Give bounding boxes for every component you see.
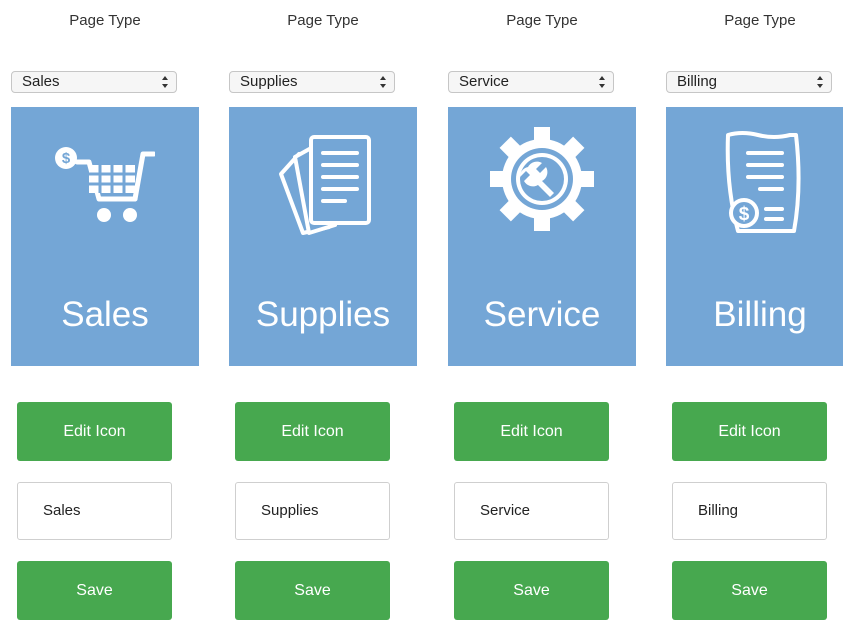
save-button[interactable]: Save <box>17 561 172 620</box>
tile-label: Service <box>483 295 601 334</box>
gear-wrench-icon <box>490 127 594 231</box>
save-button[interactable]: Save <box>454 561 609 620</box>
select-arrows-icon <box>817 76 823 88</box>
page-name-input[interactable]: Billing <box>672 482 827 540</box>
svg-text:$: $ <box>739 204 750 225</box>
page-type-tile: $ Sales <box>11 107 199 366</box>
tile-label: Sales <box>61 295 149 334</box>
edit-icon-button[interactable]: Edit Icon <box>454 402 609 461</box>
page-type-heading: Page Type <box>724 12 796 29</box>
page-type-tile: $ Billing <box>666 107 843 366</box>
page-type-heading: Page Type <box>287 12 359 29</box>
page-name-input[interactable]: Service <box>454 482 609 540</box>
page-type-tile: Service <box>448 107 636 366</box>
svg-text:$: $ <box>62 150 71 167</box>
documents-icon <box>279 135 371 235</box>
page-type-select-value: Supplies <box>240 73 298 90</box>
save-button[interactable]: Save <box>672 561 827 620</box>
page-type-column-service: Page Type Service Service Edit Icon Serv… <box>448 0 636 620</box>
page-type-select-value: Sales <box>22 73 60 90</box>
page-type-select[interactable]: Service <box>448 71 614 93</box>
shopping-cart-dollar-icon: $ <box>55 147 155 222</box>
page-type-select[interactable]: Sales <box>11 71 177 93</box>
select-arrows-icon <box>380 76 386 88</box>
save-button[interactable]: Save <box>235 561 390 620</box>
page-type-heading: Page Type <box>506 12 578 29</box>
page-type-tile: Supplies <box>229 107 417 366</box>
page-name-input[interactable]: Sales <box>17 482 172 540</box>
page-type-column-sales: Page Type Sales $ Sales Edit Icon Sales … <box>11 0 199 620</box>
edit-icon-button[interactable]: Edit Icon <box>672 402 827 461</box>
invoice-dollar-icon: $ <box>725 131 801 233</box>
page-type-select[interactable]: Billing <box>666 71 832 93</box>
page-name-input[interactable]: Supplies <box>235 482 390 540</box>
tile-label: Supplies <box>255 295 391 334</box>
page-type-column-billing: Page Type Billing $ Billing Edit Icon Bi… <box>666 0 843 620</box>
edit-icon-button[interactable]: Edit Icon <box>235 402 390 461</box>
page-type-column-supplies: Page Type Supplies Supplies Edit Icon Su… <box>229 0 417 620</box>
tile-label: Billing <box>713 295 807 334</box>
page-type-select[interactable]: Supplies <box>229 71 395 93</box>
page-type-heading: Page Type <box>69 12 141 29</box>
page-type-select-value: Billing <box>677 73 718 90</box>
select-arrows-icon <box>599 76 605 88</box>
edit-icon-button[interactable]: Edit Icon <box>17 402 172 461</box>
page-type-select-value: Service <box>459 73 510 90</box>
select-arrows-icon <box>162 76 168 88</box>
